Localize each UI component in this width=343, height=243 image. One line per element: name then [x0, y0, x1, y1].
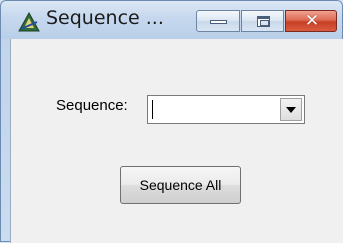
sequence-input[interactable] [150, 98, 277, 121]
minimize-button[interactable] [196, 10, 240, 32]
sequence-dropdown-button[interactable] [280, 98, 302, 121]
close-icon: ✕ [304, 11, 320, 31]
sequence-label: Sequence: [56, 97, 128, 114]
chevron-down-icon [286, 107, 296, 113]
maximize-icon [257, 16, 270, 27]
maximize-button[interactable] [241, 10, 284, 32]
minimize-icon [210, 20, 227, 24]
close-button[interactable]: ✕ [285, 10, 337, 32]
dialog-client-area [10, 39, 343, 243]
window-title: Sequence ... [46, 7, 164, 29]
text-caret [152, 100, 153, 119]
sequence-dialog-window: Sequence ... ✕ Sequence: Sequence All [0, 0, 343, 243]
sequence-all-button[interactable]: Sequence All [120, 166, 241, 204]
app-triangle-icon [18, 12, 40, 32]
sequence-combobox[interactable] [147, 95, 305, 124]
title-bar[interactable]: Sequence ... ✕ [1, 1, 342, 39]
